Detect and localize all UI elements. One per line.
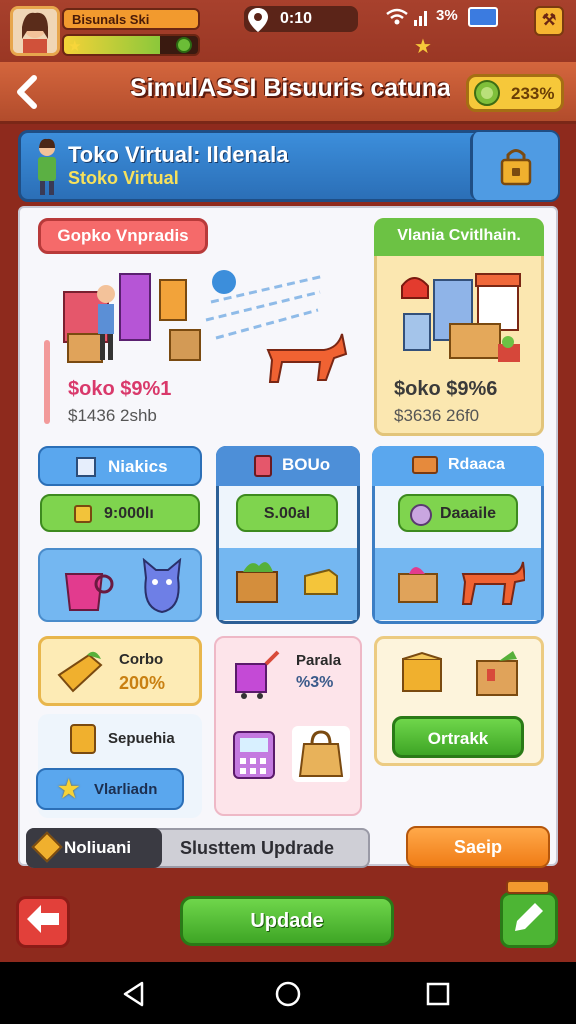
- store-right-illustration: [401, 273, 521, 362]
- tab-noliuani-label: Noliuani: [64, 838, 132, 857]
- gift-box-icon: [398, 567, 438, 603]
- arrow-left-icon: [27, 905, 59, 933]
- col2-pill-label: S.00al: [263, 505, 311, 522]
- xp-badge-icon: [176, 37, 192, 53]
- store-tag-left-label: Gopko Vnpradis: [57, 226, 189, 245]
- jar-icon: [70, 724, 96, 754]
- tools-icon: ⚒: [541, 12, 557, 29]
- nav-recents-icon[interactable]: [424, 980, 452, 1008]
- phone-icon: [254, 455, 272, 477]
- coin-amount: 233%: [511, 84, 555, 103]
- col3-pill-button[interactable]: Daaaile: [398, 494, 518, 532]
- system-status: 3%: [386, 6, 498, 30]
- produce-crate-icon: [236, 562, 278, 603]
- col3-items-box[interactable]: [375, 548, 541, 620]
- signal-icon: [414, 11, 427, 26]
- combo-value: 200%: [119, 673, 166, 693]
- store-tag-left[interactable]: Gopko Vnpradis: [38, 218, 208, 254]
- tab-rdaaca[interactable]: Rdaaca: [372, 446, 544, 486]
- coin-icon: [474, 80, 500, 106]
- battery-icon: [468, 7, 498, 27]
- chevron-left-icon: [17, 75, 37, 109]
- tab-niakics-label: Niakics: [108, 457, 168, 476]
- cardboard-box-icon: [402, 651, 442, 692]
- red-table-icon: [461, 561, 525, 605]
- shopping-bag-icon: [64, 573, 114, 611]
- parala-label: Parala: [296, 652, 342, 669]
- col2-items-box[interactable]: [219, 548, 357, 620]
- star-icon: ★: [68, 38, 82, 55]
- left-card-accent: [44, 340, 50, 424]
- back-action-button[interactable]: [16, 896, 70, 948]
- portrait-icon: [410, 504, 432, 526]
- back-button[interactable]: [12, 70, 52, 116]
- edit-button-tab: [506, 880, 550, 894]
- action-button[interactable]: Ortrakk: [392, 716, 524, 758]
- parala-card[interactable]: Parala %3%: [214, 636, 362, 816]
- cheese-box-icon: [304, 568, 338, 595]
- clock-text: 0:10: [280, 10, 313, 27]
- update-button-label: Updade: [250, 910, 324, 932]
- store-right-price: $oko $9%6: [394, 378, 498, 400]
- star-reward-button[interactable]: ★ Vlarliadn: [36, 768, 184, 810]
- banner-subtitle: Stoko Virtual: [68, 168, 179, 188]
- lock-box-icon: [500, 149, 532, 186]
- star-icon: ★: [58, 776, 80, 803]
- col1-pill-label: 9:000lı: [104, 505, 154, 522]
- bread-icon: [412, 456, 438, 474]
- avatar-portrait-icon: [13, 9, 57, 53]
- system-nav-bar: [0, 962, 576, 1024]
- menu-button[interactable]: ⚒: [534, 6, 564, 36]
- edit-button[interactable]: [500, 892, 558, 948]
- tab-bouo[interactable]: BOUo: [216, 446, 360, 486]
- store-tag-right: Vlania Cvitlhain.: [374, 218, 544, 256]
- action-button-label: Ortrakk: [427, 729, 489, 748]
- save-button[interactable]: Saeip: [406, 826, 550, 868]
- page-title: SimulASSI Bisuuris catunas: [130, 74, 450, 102]
- nav-home-icon[interactable]: [274, 980, 302, 1008]
- cat-mascot-icon: [142, 558, 182, 614]
- store-tag-right-label: Vlania Cvitlhain.: [397, 227, 521, 244]
- tab-system-update-label: Slusttem Updrade: [180, 838, 335, 858]
- notebook-icon: [76, 457, 96, 477]
- combo-card[interactable]: Corbo 200%: [38, 636, 202, 706]
- note-icon: [74, 505, 92, 523]
- col2-pill-button[interactable]: S.00al: [236, 494, 338, 532]
- update-button[interactable]: Updade: [180, 896, 394, 946]
- col1-pill-button[interactable]: 9:000lı: [40, 494, 200, 532]
- bag-slot: [292, 726, 350, 782]
- gold-star-icon: ★: [414, 36, 432, 58]
- location-pin-icon: [248, 8, 268, 32]
- store-left-price: $oko $9%1: [68, 378, 172, 400]
- shopkeeper-icon: [38, 138, 56, 195]
- star-reward-label: Vlarliadn: [94, 781, 158, 798]
- tab-bouo-label: BOUo: [282, 455, 331, 474]
- tab-system-update[interactable]: Slusttem Updrade: [180, 838, 334, 859]
- nav-back-icon[interactable]: [120, 980, 148, 1008]
- tab-niakics[interactable]: Niakics: [38, 446, 202, 486]
- store-left-sub: $1436 2shb: [68, 406, 157, 425]
- combo-label: Corbo: [119, 651, 164, 668]
- parala-value: %3%: [296, 674, 334, 691]
- banner-title: Toko Virtual: Ildenala: [68, 142, 289, 167]
- shopping-cart-icon: [235, 650, 280, 699]
- calculator-icon: [233, 731, 275, 779]
- item-label: Sepuehia: [108, 730, 175, 747]
- tab-rdaaca-label: Rdaaca: [448, 456, 505, 473]
- paper-bag-icon: [298, 730, 344, 777]
- player-name: Bisunals Ski: [62, 8, 200, 30]
- col1-items-box[interactable]: [38, 548, 202, 622]
- player-avatar[interactable]: [10, 6, 60, 56]
- supply-crate-icon: [476, 651, 518, 696]
- battery-percent: 3%: [436, 7, 458, 24]
- xp-bar: ★: [62, 34, 200, 56]
- inventory-button[interactable]: [470, 132, 558, 200]
- store-right-sub: $3636 26f0: [394, 406, 480, 425]
- wifi-icon: [386, 8, 408, 25]
- save-button-label: Saeip: [453, 837, 503, 857]
- food-basket-icon: [57, 651, 103, 693]
- pencil-icon: [515, 903, 543, 931]
- col3-pill-label: Daaaile: [440, 505, 497, 522]
